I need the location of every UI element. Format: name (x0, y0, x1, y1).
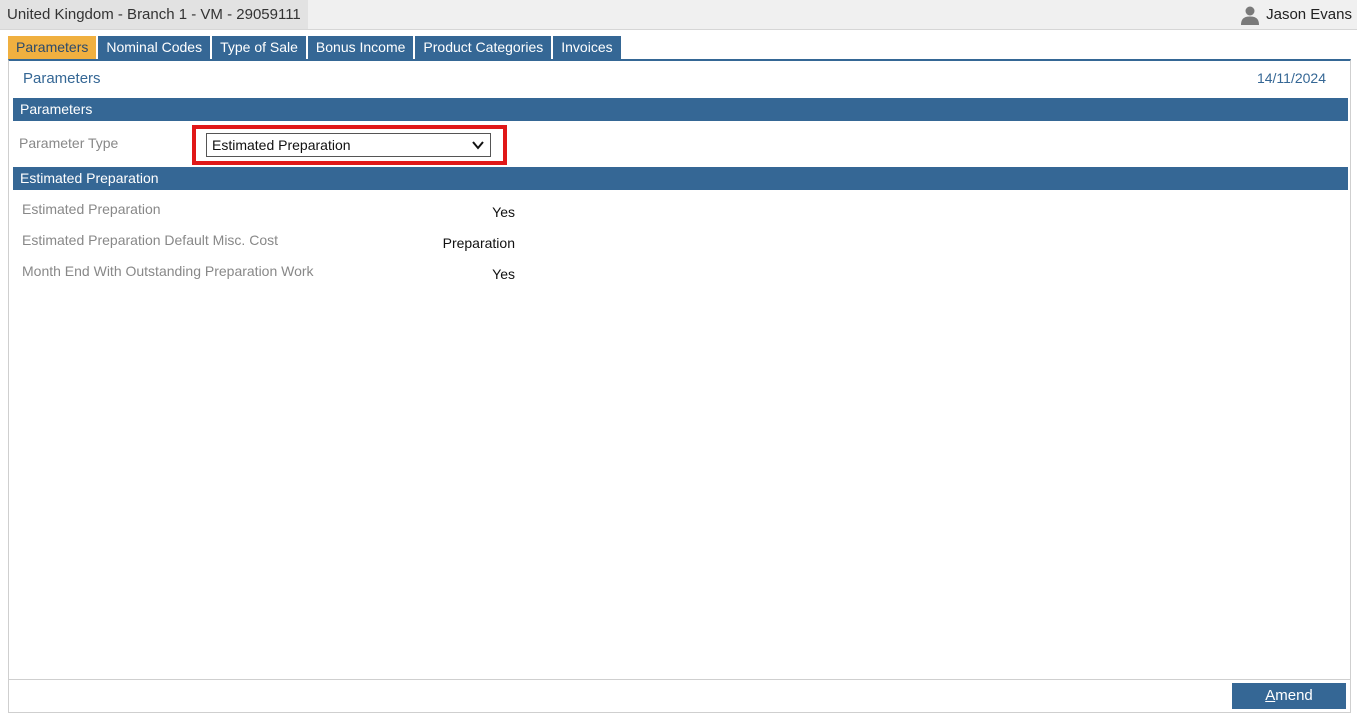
parameter-type-select[interactable]: Estimated Preparation (206, 133, 491, 157)
tab-product-categories[interactable]: Product Categories (415, 36, 552, 59)
parameter-type-value: Estimated Preparation (212, 137, 351, 153)
tab-bar: Parameters Nominal Codes Type of Sale Bo… (8, 36, 623, 59)
page-title: Parameters (23, 70, 101, 87)
chevron-down-icon (472, 141, 484, 150)
branch-label: United Kingdom - Branch 1 - VM - 2905911… (0, 0, 308, 29)
footer-divider (9, 679, 1350, 680)
month-end-value: Yes (492, 266, 515, 282)
tab-bonus-income[interactable]: Bonus Income (307, 36, 414, 59)
default-misc-cost-label: Estimated Preparation Default Misc. Cost (22, 232, 278, 248)
amend-access-key: A (1265, 687, 1276, 704)
amend-button[interactable]: Amend (1232, 683, 1346, 709)
parameter-type-label: Parameter Type (19, 135, 119, 151)
main-panel: Parameters 14/11/2024 Parameters Paramet… (8, 59, 1351, 713)
tab-nominal-codes[interactable]: Nominal Codes (98, 36, 211, 59)
page-date: 14/11/2024 (1256, 70, 1326, 86)
default-misc-cost-value: Preparation (442, 235, 515, 251)
user-menu[interactable]: Jason Evans (1240, 0, 1352, 29)
person-icon (1241, 6, 1260, 25)
estimated-preparation-label: Estimated Preparation (22, 201, 161, 217)
month-end-label: Month End With Outstanding Preparation W… (22, 263, 314, 279)
estimated-preparation-value: Yes (492, 204, 515, 220)
tab-type-of-sale[interactable]: Type of Sale (212, 36, 306, 59)
tab-invoices[interactable]: Invoices (553, 36, 621, 59)
top-bar: United Kingdom - Branch 1 - VM - 2905911… (0, 0, 1357, 30)
tab-parameters[interactable]: Parameters (8, 36, 97, 59)
parameters-section-header: Parameters (13, 98, 1348, 121)
estimated-preparation-section-header: Estimated Preparation (13, 167, 1348, 190)
amend-label-rest: mend (1275, 687, 1313, 704)
user-name: Jason Evans (1266, 6, 1352, 23)
